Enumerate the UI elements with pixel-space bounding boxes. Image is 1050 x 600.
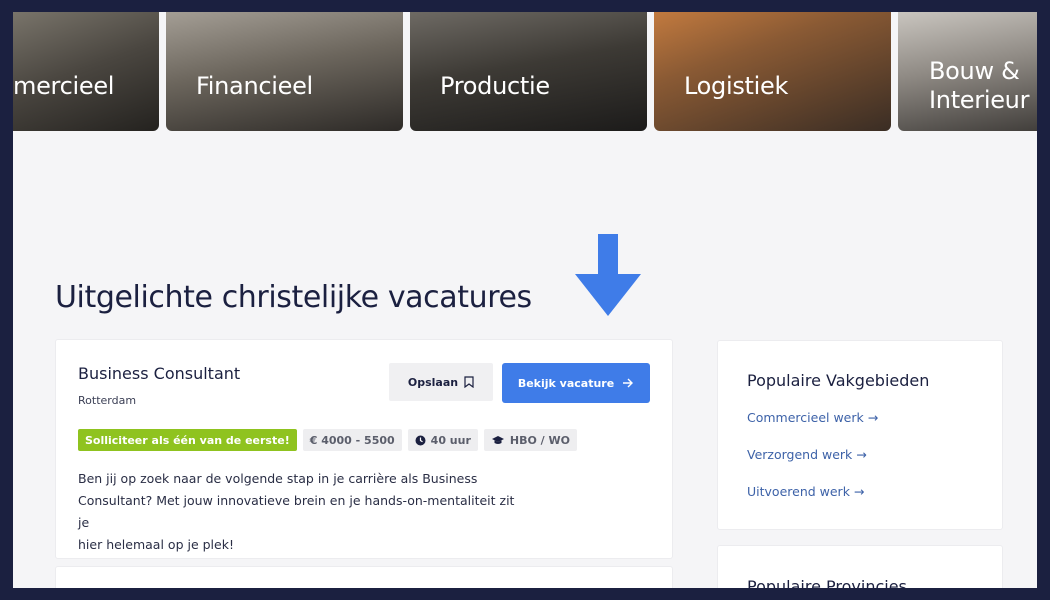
salary-tag: € 4000 - 5500 bbox=[302, 429, 402, 451]
salary-value: € 4000 - 5500 bbox=[309, 433, 395, 447]
list-item: Commercieel werk → bbox=[747, 407, 878, 444]
link-verzorgend-werk[interactable]: Verzorgend werk → bbox=[747, 447, 867, 462]
education-tag: HBO / WO bbox=[483, 429, 578, 451]
hours-tag: 40 uur bbox=[407, 429, 478, 451]
hours-value: 40 uur bbox=[430, 433, 471, 447]
view-vacancy-label: Bekijk vacature bbox=[517, 376, 615, 390]
popular-provinces-title: Populaire Provincies bbox=[747, 577, 907, 588]
page-content: mercieel Financieel Productie Logistiek … bbox=[13, 12, 1037, 588]
category-tile-commercieel[interactable]: mercieel bbox=[13, 12, 159, 131]
popular-fields-card: Populaire Vakgebieden Commercieel werk →… bbox=[717, 340, 1003, 530]
popular-provinces-card: Populaire Provincies bbox=[717, 545, 1003, 588]
category-tile-logistiek[interactable]: Logistiek bbox=[654, 12, 891, 131]
save-button-label: Opslaan bbox=[407, 375, 459, 389]
job-title[interactable]: Business Consultant bbox=[78, 364, 240, 383]
arrow-right-icon bbox=[623, 378, 634, 388]
graduation-cap-icon bbox=[491, 435, 504, 444]
job-description: Ben jij op zoek naar de volgende stap in… bbox=[78, 468, 518, 556]
category-label: Productie bbox=[440, 72, 550, 100]
job-location: Rotterdam bbox=[78, 394, 137, 407]
category-tile-bouw-interieur[interactable]: Bouw & Interieur bbox=[898, 12, 1037, 131]
section-title: Uitgelichte christelijke vacatures bbox=[55, 280, 532, 315]
apply-first-badge: Solliciteer als één van de eerste! bbox=[78, 429, 297, 451]
job-card[interactable] bbox=[55, 566, 673, 588]
education-value: HBO / WO bbox=[509, 433, 571, 447]
list-item: Verzorgend werk → bbox=[747, 444, 878, 481]
list-item: Uitvoerend werk → bbox=[747, 481, 878, 518]
category-label: Financieel bbox=[196, 72, 313, 100]
link-uitvoerend-werk[interactable]: Uitvoerend werk → bbox=[747, 484, 864, 499]
category-label-line2: Interieur bbox=[929, 86, 1030, 114]
category-tiles: mercieel Financieel Productie Logistiek … bbox=[13, 12, 1037, 132]
popular-fields-title: Populaire Vakgebieden bbox=[747, 371, 930, 390]
clock-icon bbox=[415, 435, 426, 445]
category-label: Bouw & Interieur bbox=[929, 57, 1029, 115]
category-label: Logistiek bbox=[684, 72, 789, 100]
job-tags: Solliciteer als één van de eerste! € 400… bbox=[78, 429, 578, 451]
bookmark-icon bbox=[464, 376, 474, 388]
popular-fields-list: Commercieel werk → Verzorgend werk → Uit… bbox=[747, 407, 878, 518]
view-vacancy-button[interactable]: Bekijk vacature bbox=[502, 363, 650, 403]
category-label: mercieel bbox=[13, 72, 115, 100]
category-label-line1: Bouw & bbox=[929, 57, 1020, 85]
description-line: Ben jij op zoek naar de volgende stap in… bbox=[78, 471, 478, 486]
link-commercieel-werk[interactable]: Commercieel werk → bbox=[747, 410, 878, 425]
description-line: hier helemaal op je plek! bbox=[78, 537, 234, 552]
arrow-down-icon bbox=[575, 234, 641, 316]
category-tile-productie[interactable]: Productie bbox=[410, 12, 647, 131]
job-card[interactable]: Business Consultant Rotterdam Opslaan Be… bbox=[55, 339, 673, 559]
save-button[interactable]: Opslaan bbox=[389, 363, 493, 401]
category-tile-financieel[interactable]: Financieel bbox=[166, 12, 403, 131]
description-line: Consultant? Met jouw innovatieve brein e… bbox=[78, 493, 515, 530]
